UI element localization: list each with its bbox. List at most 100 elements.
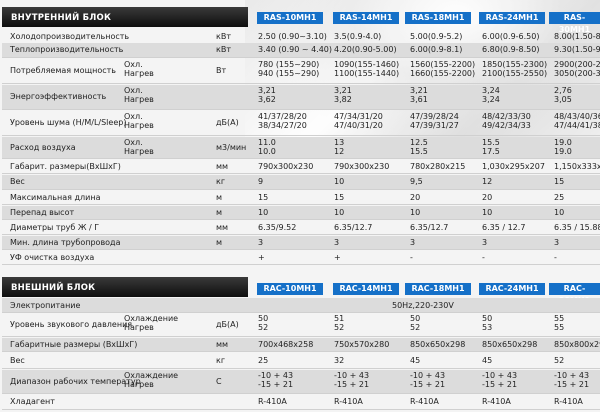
spec-unit: дБ(А) [216,118,239,127]
spec-label: Уровень звукового давления [10,320,133,329]
spec-value: 47/44/41/38 [554,121,600,130]
spec-value: 55 [554,323,565,332]
spec-value: 52 [334,323,345,332]
spec-label: Максимальная длина [10,193,101,202]
spec-value: 850x650x298 [410,340,466,349]
spec-unit: C [216,377,222,386]
spec-value: 3 [410,238,416,247]
spec-value: 1,150x333x... [554,162,600,171]
outdoor-spec-row: Вес кг 25 32 45 45 52 [2,353,600,369]
spec-value: 12 [334,147,345,156]
outdoor-model-header-1: RAC-10MH1 [257,283,323,295]
spec-label: Хладагент [10,397,55,406]
spec-value: 6.35/12.7 [334,223,373,232]
spec-value: -15 + 21 [334,380,370,389]
spec-value: -15 + 21 [554,380,590,389]
spec-label: Диаметры труб Ж / Г [10,223,100,232]
indoor-spec-row: Перепад высот м 10 10 10 10 10 [2,206,600,220]
spec-value: 10.0 [258,147,276,156]
spec-value: 3.40 (0.90 ~ 4.40) [258,45,333,54]
indoor-spec-row: Вес кг 9 10 9,5 12 15 [2,175,600,190]
spec-value: -15 + 21 [482,380,518,389]
spec-value: + [258,253,265,262]
outdoor-spec-row: Уровень звукового давления Охлаждение Нагр… [2,313,600,337]
spec-value: 47/39/31/27 [410,121,459,130]
spec-label: Энергоэффективность [10,92,107,101]
indoor-spec-row: Габарит. размеры(ВхШхГ) мм 790x300x230 790x… [2,160,600,174]
spec-value: R-410A [258,397,287,406]
spec-value: 15 [554,177,565,186]
spec-unit: м [216,208,223,217]
spec-value: 940 (155~290) [258,69,320,78]
indoor-spec-row: Расход воздуха Охл. Нагрев м3/мин 11.0 10.0 13… [2,137,600,159]
indoor-section-title: ВНУТРЕННИЙ БЛОК [2,7,248,27]
spec-value: 700x468x258 [258,340,314,349]
spec-label: Габарит. размеры(ВхШхГ) [10,162,121,171]
spec-value: 32 [334,356,345,365]
spec-value: 10 [482,208,493,217]
outdoor-model-header-3: RAC-18MH1 [405,283,471,295]
spec-value: 10 [410,208,421,217]
spec-value: 1,030x295x207 [482,162,545,171]
spec-value: 47/40/31/20 [334,121,383,130]
spec-unit: кг [216,177,226,186]
spec-value: 20 [482,193,493,202]
indoor-model-header-1: RAS-10MH1 [257,12,323,24]
spec-unit: мм [216,162,229,171]
spec-value: 10 [554,208,565,217]
spec-value: 3 [334,238,340,247]
spec-unit: мм [216,223,229,232]
spec-value: 4.20(0.90-5.00) [334,45,397,54]
spec-mode-label: Нагрев [124,380,154,389]
spec-mode-label: Нагрев [124,147,154,156]
spec-value: 790x300x230 [334,162,390,171]
spec-value: -15 + 21 [258,380,294,389]
spec-label: Габаритные размеры (ВхШхГ) [10,340,138,349]
spec-value: 12 [482,177,493,186]
spec-value: 8.00(1.50-8... [554,32,600,41]
spec-label: Потребляемая мощность [10,66,117,75]
spec-value: 6.35 / 12.7 [482,223,526,232]
spec-mode-label: Нагрев [124,121,154,130]
spec-value: 25 [258,356,269,365]
spec-unit: дБ(А) [216,320,239,329]
indoor-model-header-4: RAS-24MH1 [479,12,545,24]
spec-value: 3,24 [482,95,500,104]
indoor-spec-row: Диаметры труб Ж / Г мм 6.35/9.52 6.35/12.7 6… [2,221,600,235]
spec-value: 53 [482,323,493,332]
spec-value: 6.35/9.52 [258,223,297,232]
spec-value: 850x800x298 [554,340,600,349]
spec-value: 1660(155-2200) [410,69,476,78]
spec-value: 6.00(0.9-8.1) [410,45,463,54]
spec-label: Диапазон рабочих температур [10,377,141,386]
spec-value: 3,82 [334,95,352,104]
indoor-spec-row: Потребляемая мощность Охл. Нагрев Вт 780 (15… [2,59,600,84]
spec-value: 52 [258,323,269,332]
spec-value: 38/34/27/20 [258,121,307,130]
spec-value: 3,61 [410,95,428,104]
spec-value: 19.0 [554,147,572,156]
indoor-spec-row: Холодопроизводительность кВт 2.50 (0.90~3.… [2,30,600,44]
spec-value: 9,5 [410,177,423,186]
indoor-model-header-5: RAS-30MH1 [549,12,600,34]
indoor-spec-row: Энергоэффективность Охл. Нагрев 3,21 3,62 3,2… [2,85,600,110]
spec-value: 20 [410,193,421,202]
outdoor-section-title: ВНЕШНИЙ БЛОК [2,277,248,297]
spec-value: 3,05 [554,95,572,104]
spec-value: 10 [334,177,345,186]
spec-value: 3 [258,238,264,247]
spec-value: 15.5 [410,147,428,156]
spec-value: R-410A [554,397,583,406]
spec-unit: кг [216,356,226,365]
spec-label: Вес [10,177,25,186]
spec-unit: кВт [216,45,231,54]
spec-label: Теплопроизводительность [10,45,124,54]
spec-value: 6.35 / 15.88 [554,223,600,232]
outdoor-model-header-4: RAC-24MH1 [479,283,545,295]
spec-value: 3050(200-3... [554,69,600,78]
spec-label: УФ очистка воздуха [10,253,95,262]
spec-unit: кВт [216,32,231,41]
spec-value: 3.5(0.9-4.0) [334,32,382,41]
outdoor-spec-row: Хладагент R-410A R-410A R-410A R-410A R-410A [2,395,600,410]
spec-value: 5.00(0.9-5.2) [410,32,463,41]
